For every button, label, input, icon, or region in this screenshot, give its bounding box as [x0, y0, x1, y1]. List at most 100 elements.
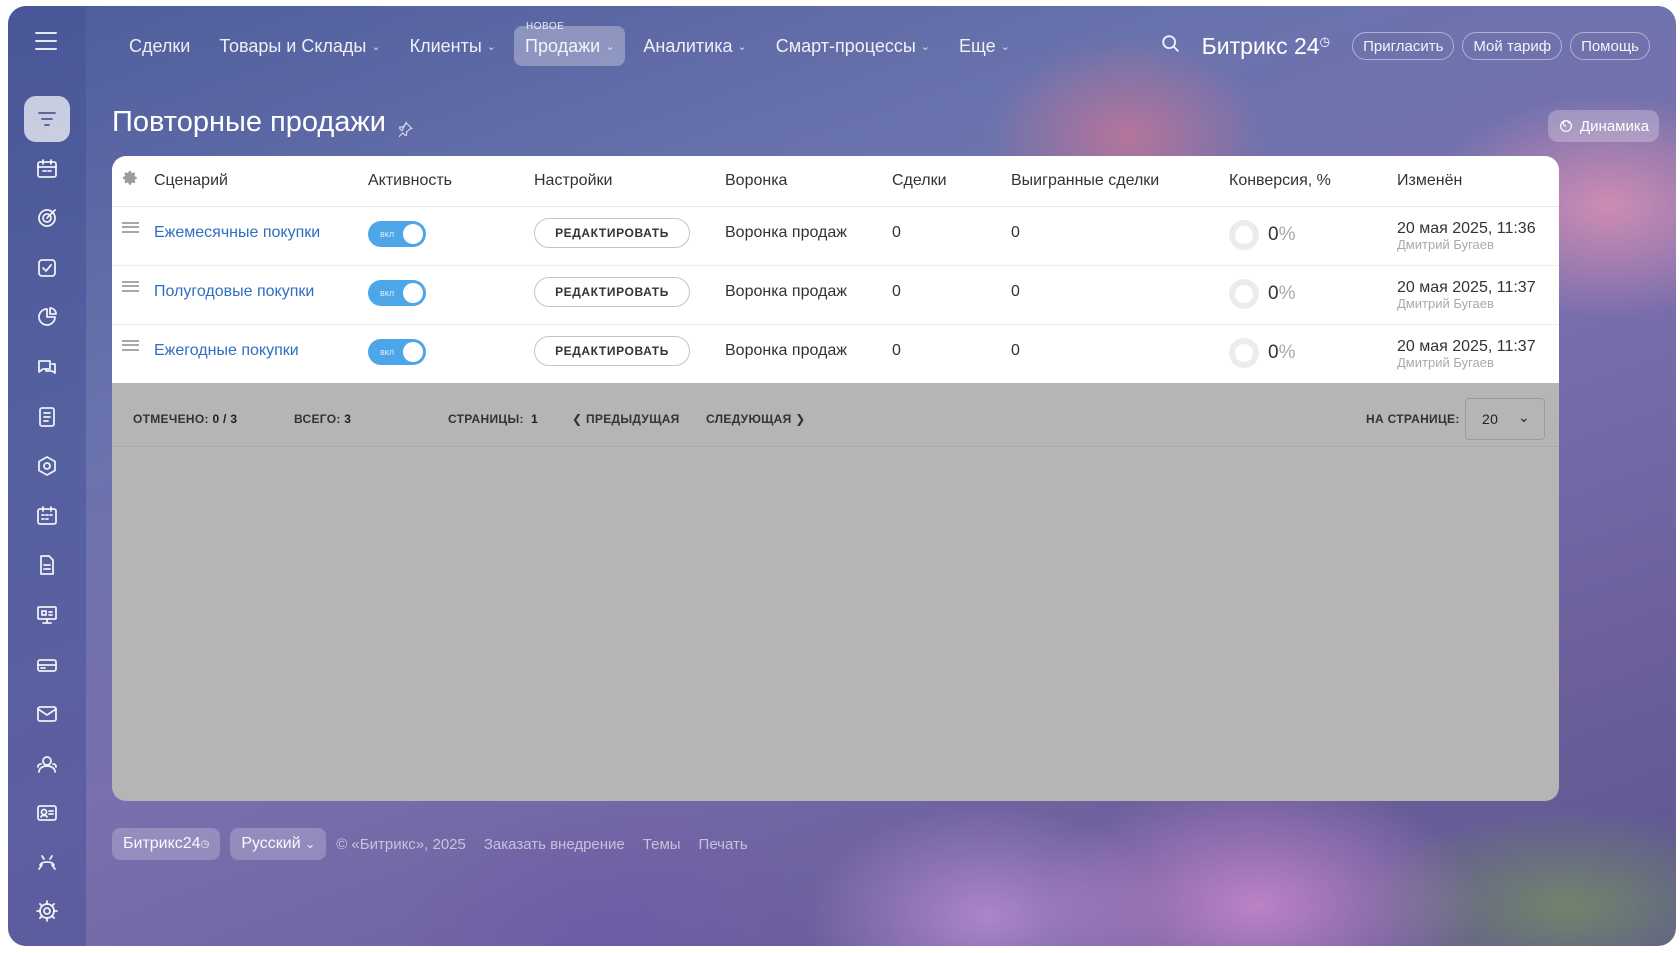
- chevron-down-icon: ⌄: [1517, 409, 1530, 425]
- drag-handle-icon[interactable]: [122, 221, 139, 233]
- sidebar-item-target[interactable]: [24, 195, 70, 241]
- changed-user[interactable]: Дмитрий Бугаев: [1397, 237, 1559, 252]
- nav-products[interactable]: Товары и Склады ⌄: [208, 26, 391, 66]
- nav-deals[interactable]: Сделки: [118, 26, 201, 66]
- column-header-deals[interactable]: Сделки: [892, 156, 1011, 207]
- print-link[interactable]: Печать: [699, 836, 748, 853]
- brand-logo[interactable]: Битрикс 24◷: [1202, 33, 1330, 60]
- won-deals-cell: 0: [1011, 265, 1229, 325]
- pin-icon[interactable]: [396, 114, 414, 137]
- won-deals-cell: 0: [1011, 206, 1229, 266]
- changed-date: 20 мая 2025, 11:36: [1397, 219, 1536, 237]
- clock-icon: ◷: [1319, 33, 1331, 48]
- help-button[interactable]: Помощь: [1570, 32, 1650, 60]
- total-label: ВСЕГО:: [294, 412, 341, 426]
- menu-burger-icon[interactable]: [35, 32, 57, 50]
- total-value: 3: [344, 412, 352, 426]
- pages-value[interactable]: 1: [531, 412, 538, 426]
- language-value: Русский: [241, 835, 301, 852]
- dynamics-label: Динамика: [1580, 117, 1650, 135]
- sidebar-item-calendar-grid[interactable]: [24, 146, 70, 192]
- sidebar-item-card[interactable]: [24, 642, 70, 688]
- nav-label: Товары и Склады: [219, 35, 367, 56]
- edit-button[interactable]: РЕДАКТИРОВАТЬ: [534, 335, 690, 366]
- drag-handle-icon[interactable]: [122, 280, 139, 292]
- dynamics-icon: [1560, 120, 1572, 132]
- users-icon: [37, 755, 57, 773]
- sidebar-item-chat[interactable]: [24, 344, 70, 390]
- chevron-down-icon: ⌄: [371, 40, 381, 53]
- toggle-knob: [403, 342, 423, 363]
- nav-more[interactable]: Еще ⌄: [948, 26, 1021, 66]
- scenario-link[interactable]: Полугодовые покупки: [154, 283, 314, 300]
- order-implementation-link[interactable]: Заказать внедрение: [484, 836, 625, 853]
- dynamics-button[interactable]: Динамика: [1548, 110, 1660, 142]
- per-page-select[interactable]: 20 ⌄: [1465, 398, 1545, 440]
- nav-smart-processes[interactable]: Смарт-процессы ⌄: [765, 26, 941, 66]
- conversion-indicator: 0%: [1229, 279, 1295, 309]
- nav-sales[interactable]: НОВОЕ Продажи ⌄: [514, 21, 626, 66]
- invite-button[interactable]: Пригласить: [1352, 32, 1455, 60]
- top-navigation: Сделки Товары и Склады ⌄ Клиенты ⌄ НОВОЕ Пр…: [118, 21, 1028, 68]
- sidebar-item-chart[interactable]: [24, 294, 70, 340]
- sidebar-item-calendar[interactable]: [24, 493, 70, 539]
- column-header-settings[interactable]: Настройки: [534, 156, 725, 207]
- chevron-down-icon: ⌄: [605, 40, 615, 53]
- drag-handle-icon[interactable]: [122, 339, 139, 351]
- sidebar-item-users[interactable]: [24, 741, 70, 787]
- sidebar-item-tasks[interactable]: [24, 245, 70, 291]
- changed-date: 20 мая 2025, 11:37: [1397, 337, 1536, 355]
- sidebar-item-document[interactable]: [24, 394, 70, 440]
- column-header-funnel[interactable]: Воронка: [725, 156, 892, 207]
- calendar-icon: [37, 505, 57, 525]
- sidebar-item-hexagon[interactable]: [24, 443, 70, 489]
- tariff-button[interactable]: Мой тариф: [1462, 32, 1563, 60]
- activity-toggle[interactable]: вкл: [368, 280, 426, 306]
- brand-name: Битрикс 24: [1201, 32, 1320, 59]
- activity-toggle[interactable]: вкл: [368, 339, 426, 366]
- sidebar-item-funnel[interactable]: [24, 96, 70, 142]
- clock-icon: ◷: [200, 838, 210, 850]
- scenario-link[interactable]: Ежемесячные покупки: [154, 224, 320, 241]
- column-header-scenario[interactable]: Сценарий: [154, 156, 368, 207]
- nav-analytics[interactable]: Аналитика ⌄: [632, 26, 757, 66]
- grid-settings-gear-icon[interactable]: [122, 170, 139, 191]
- file-icon: [40, 555, 54, 576]
- changed-user[interactable]: Дмитрий Бугаев: [1397, 296, 1559, 311]
- grid-settings-cell: [112, 156, 154, 207]
- footer-brand-button[interactable]: Битрикс24 ◷: [112, 828, 221, 860]
- chevron-down-icon: ⌄: [305, 837, 316, 851]
- edit-button[interactable]: РЕДАКТИРОВАТЬ: [534, 276, 690, 307]
- conversion-ring: [1229, 338, 1259, 369]
- next-page-button[interactable]: СЛЕДУЮЩАЯ ❯: [706, 412, 806, 426]
- chevron-down-icon: ⌄: [920, 40, 931, 53]
- percent-sign: %: [1278, 283, 1296, 304]
- page-title-text: Повторные продажи: [112, 106, 386, 138]
- sidebar-settings[interactable]: [24, 888, 70, 934]
- changed-date: 20 мая 2025, 11:37: [1397, 278, 1536, 296]
- sidebar-item-robot[interactable]: [24, 840, 70, 886]
- document-icon: [39, 406, 55, 427]
- table-header-row: Сценарий Активность Настройки Воронка Сд…: [112, 156, 1559, 207]
- column-header-activity[interactable]: Активность: [368, 156, 534, 207]
- edit-button[interactable]: РЕДАКТИРОВАТЬ: [534, 217, 690, 248]
- prev-page-button[interactable]: ❮ ПРЕДЫДУЩАЯ: [572, 412, 680, 426]
- conversion-ring: [1229, 279, 1259, 309]
- scenario-link[interactable]: Ежегодные покупки: [154, 342, 299, 359]
- language-select[interactable]: Русский ⌄: [230, 828, 327, 860]
- percent-sign: %: [1278, 342, 1296, 364]
- search-icon[interactable]: [1160, 33, 1182, 60]
- sidebar-item-contact-card[interactable]: [24, 790, 70, 836]
- column-header-won-deals[interactable]: Выигранные сделки: [1011, 156, 1229, 207]
- sidebar: [8, 6, 86, 946]
- changed-user[interactable]: Дмитрий Бугаев: [1397, 355, 1559, 370]
- activity-toggle[interactable]: вкл: [368, 221, 426, 247]
- nav-clients[interactable]: Клиенты ⌄: [399, 26, 507, 66]
- column-header-changed[interactable]: Изменён: [1397, 156, 1559, 207]
- column-header-conversion[interactable]: Конверсия, %: [1229, 156, 1397, 207]
- sidebar-item-mail[interactable]: [24, 691, 70, 737]
- themes-link[interactable]: Темы: [643, 836, 681, 853]
- sidebar-item-presentation[interactable]: [24, 592, 70, 638]
- target-icon: [38, 209, 56, 228]
- sidebar-item-file[interactable]: [24, 542, 70, 588]
